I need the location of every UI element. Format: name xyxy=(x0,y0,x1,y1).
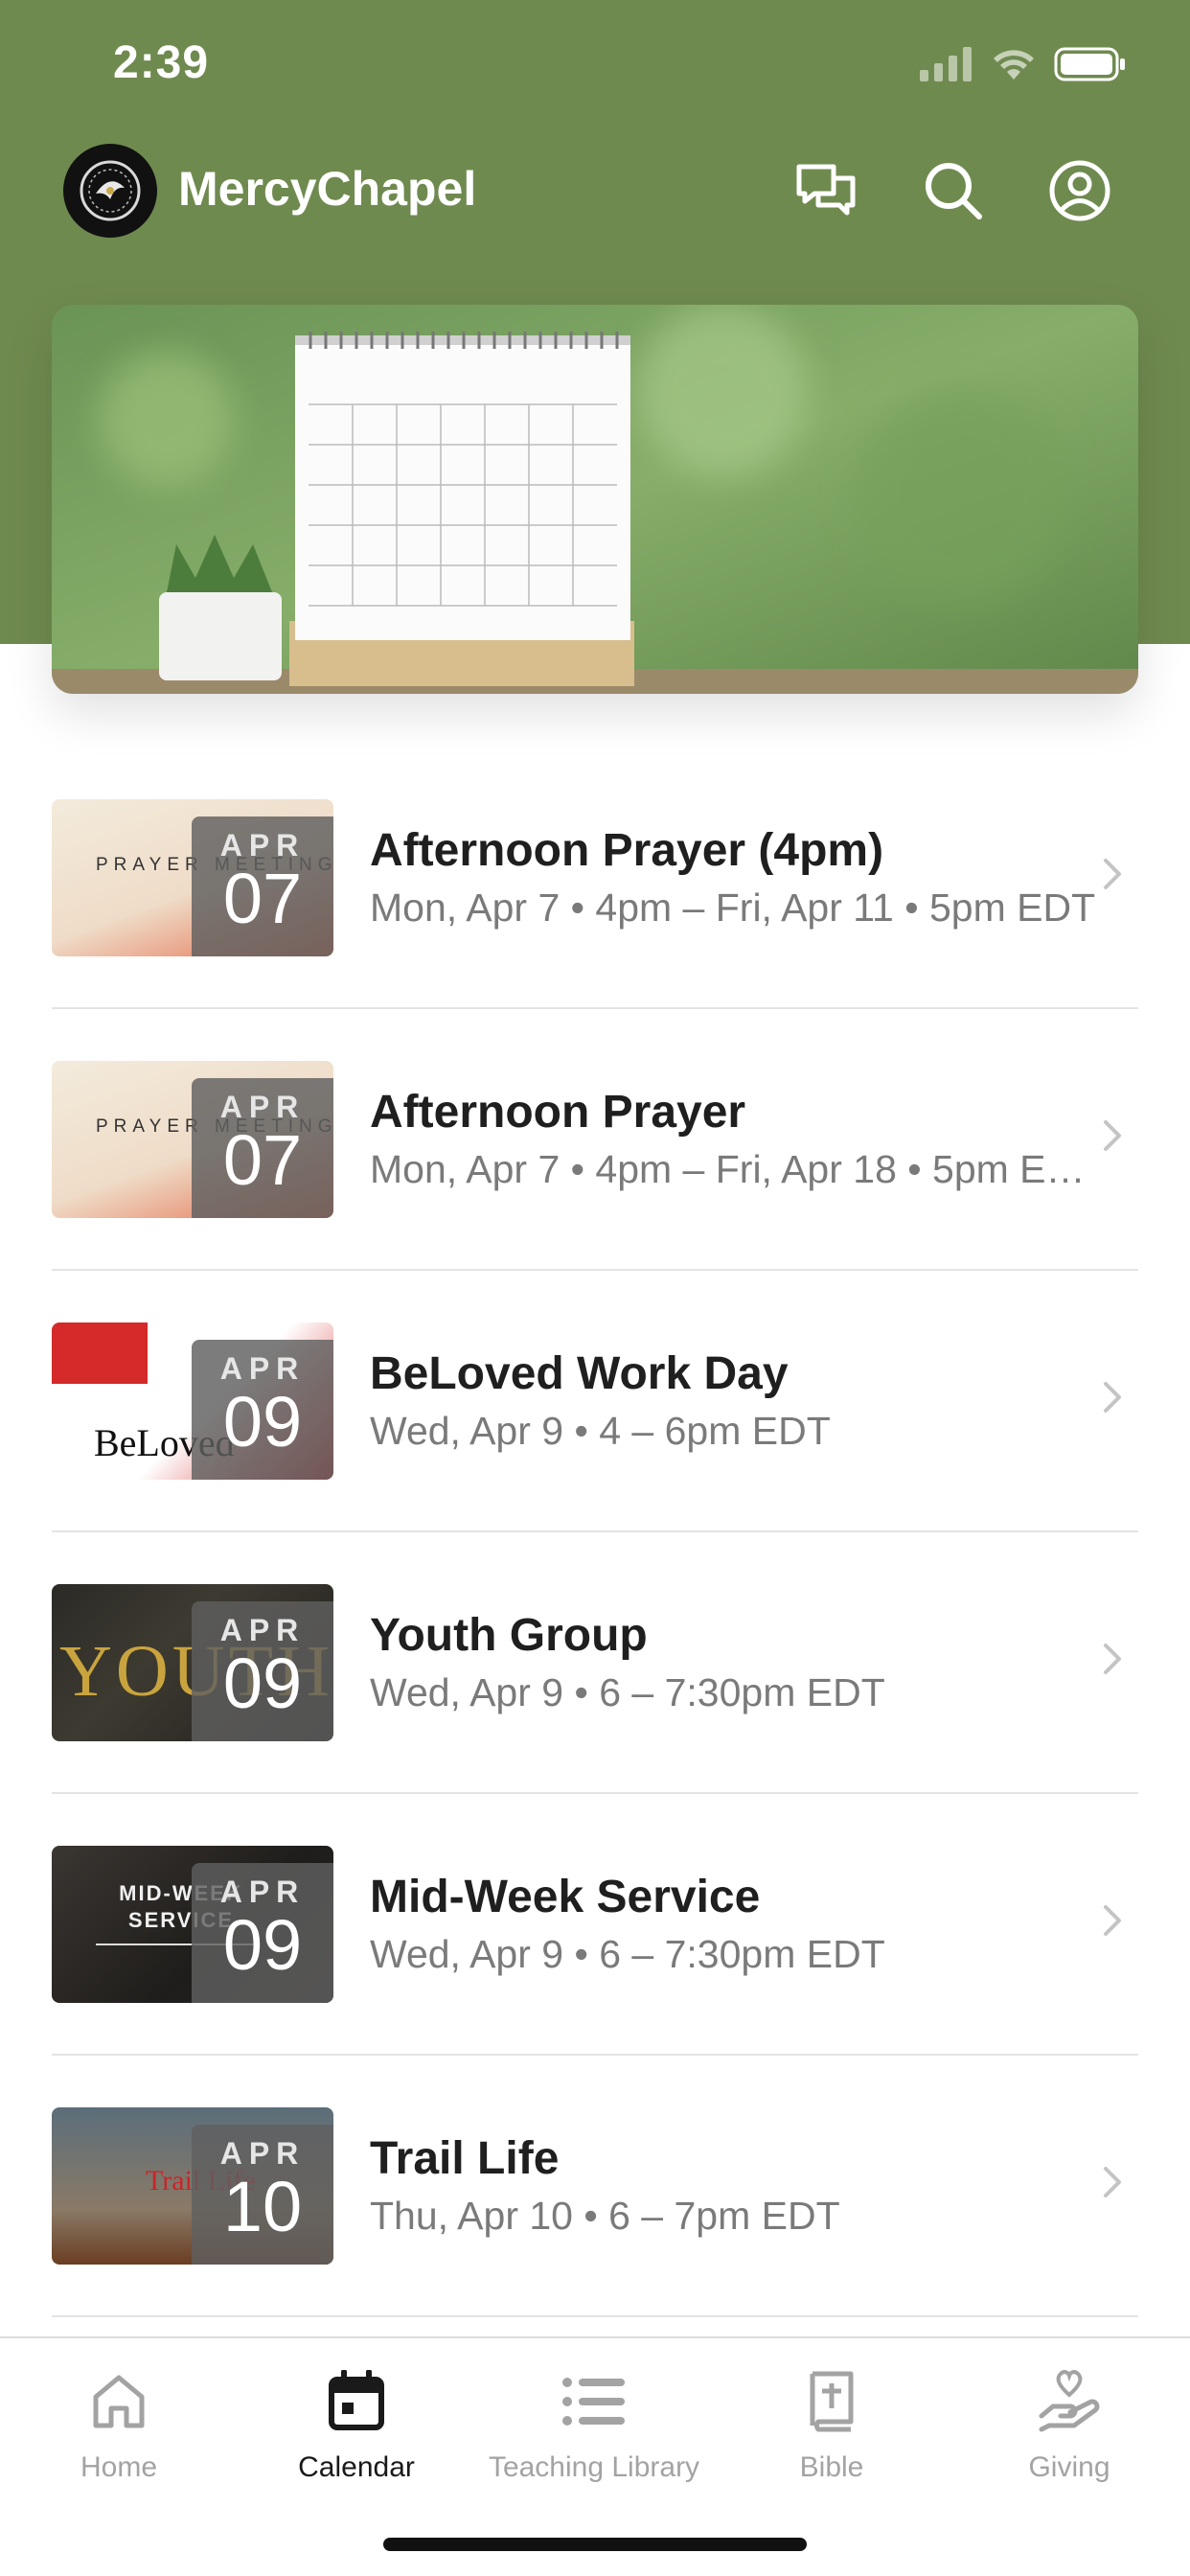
date-badge: APR 07 xyxy=(192,1078,333,1218)
tab-teaching-library[interactable]: Teaching Library xyxy=(475,2363,713,2497)
app-title: MercyChapel xyxy=(178,162,477,216)
date-day: 09 xyxy=(222,1644,303,1723)
home-indicator[interactable] xyxy=(383,2538,807,2551)
search-icon xyxy=(926,163,982,219)
date-day: 07 xyxy=(222,1120,303,1200)
date-badge: APR 10 xyxy=(192,2125,333,2265)
event-thumbnail: PRAYER MEETING APR 07 xyxy=(52,1061,333,1218)
date-badge: APR 09 xyxy=(192,1601,333,1741)
event-datetime: Wed, Apr 9 • 6 – 7:30pm EDT xyxy=(370,1670,885,1714)
event-thumbnail: Trail Life APR 10 xyxy=(52,2107,333,2265)
chevron-right-icon xyxy=(1104,859,1121,889)
date-badge: APR 07 xyxy=(192,816,333,956)
event-row[interactable]: YOUTH APR 09 Youth Group Wed, Apr 9 • 6 … xyxy=(0,1532,1190,1794)
status-icons xyxy=(920,46,1127,82)
tab-label: Giving xyxy=(1028,2451,1110,2483)
search-button[interactable] xyxy=(910,148,996,234)
event-title: Afternoon Prayer (4pm) xyxy=(370,825,884,876)
date-badge: APR 09 xyxy=(192,1863,333,2003)
date-day: 10 xyxy=(222,2167,303,2246)
event-thumbnail: MID-WEEK SERVICE APR 09 xyxy=(52,1846,333,2003)
chevron-right-icon xyxy=(1104,1120,1121,1151)
event-row[interactable]: PRAYER MEETING APR 07 Afternoon Prayer (… xyxy=(0,748,1190,1009)
status-time: 2:39 xyxy=(113,37,210,88)
profile-button[interactable] xyxy=(1037,148,1123,234)
event-datetime: Wed, Apr 9 • 4 – 6pm EDT xyxy=(370,1409,831,1453)
profile-icon xyxy=(1049,160,1110,221)
thumbnail-red-block xyxy=(52,1322,148,1384)
chevron-right-icon xyxy=(1104,1905,1121,1936)
event-title: Trail Life xyxy=(370,2133,560,2184)
date-day: 09 xyxy=(222,1905,303,1985)
church-logo[interactable] xyxy=(63,144,157,238)
date-day: 09 xyxy=(222,1382,303,1461)
chevron-right-icon xyxy=(1104,1382,1121,1413)
date-day: 07 xyxy=(222,859,303,938)
date-badge: APR 09 xyxy=(192,1340,333,1480)
tab-bible[interactable]: Bible xyxy=(713,2363,950,2497)
wifi-icon xyxy=(994,50,1034,80)
bible-icon xyxy=(810,2371,854,2432)
event-row[interactable]: BeLoved APR 09 BeLoved Work Day Wed, Apr… xyxy=(0,1271,1190,1532)
event-thumbnail: YOUTH APR 09 xyxy=(52,1584,333,1741)
tab-label: Teaching Library xyxy=(488,2451,700,2483)
tab-label: Calendar xyxy=(298,2451,415,2483)
event-thumbnail: BeLoved APR 09 xyxy=(52,1322,333,1480)
giving-icon xyxy=(1039,2370,1100,2432)
event-datetime: Mon, Apr 7 • 4pm – Fri, Apr 18 • 5pm EDT xyxy=(370,1147,1098,1191)
tab-home[interactable]: Home xyxy=(0,2363,238,2497)
event-list: PRAYER MEETING APR 07 Afternoon Prayer (… xyxy=(0,748,1190,2317)
app-bar: MercyChapel xyxy=(0,134,1190,249)
event-row[interactable]: PRAYER MEETING APR 07 Afternoon Prayer M… xyxy=(0,1009,1190,1271)
tab-calendar[interactable]: Calendar xyxy=(238,2363,475,2497)
tab-giving[interactable]: Giving xyxy=(950,2363,1188,2497)
event-title: Afternoon Prayer xyxy=(370,1087,746,1138)
messages-button[interactable] xyxy=(784,148,870,234)
chevron-right-icon xyxy=(1104,2167,1121,2197)
chevron-right-icon xyxy=(1104,1644,1121,1674)
home-icon xyxy=(93,2375,145,2428)
divider xyxy=(52,2315,1138,2317)
event-datetime: Thu, Apr 10 • 6 – 7pm EDT xyxy=(370,2194,840,2238)
event-thumbnail: PRAYER MEETING APR 07 xyxy=(52,799,333,956)
event-title: Youth Group xyxy=(370,1610,648,1661)
event-title: Mid-Week Service xyxy=(370,1872,761,1922)
event-datetime: Mon, Apr 7 • 4pm – Fri, Apr 11 • 5pm EDT xyxy=(370,886,1096,930)
battery-icon xyxy=(1054,47,1125,81)
cellular-signal-icon xyxy=(920,47,972,81)
status-bar: 2:39 xyxy=(0,0,1190,134)
tab-label: Bible xyxy=(799,2451,864,2483)
event-datetime: Wed, Apr 9 • 6 – 7:30pm EDT xyxy=(370,1932,885,1976)
calendar-hero-image xyxy=(52,305,1138,694)
calendar-icon xyxy=(329,2370,384,2430)
event-row[interactable]: Trail Life APR 10 Trail Life Thu, Apr 10… xyxy=(0,2056,1190,2317)
tab-label: Home xyxy=(80,2451,158,2483)
chat-icon xyxy=(796,164,856,216)
event-row[interactable]: MID-WEEK SERVICE APR 09 Mid-Week Service… xyxy=(0,1794,1190,2056)
event-title: BeLoved Work Day xyxy=(370,1348,789,1399)
list-icon xyxy=(562,2378,625,2426)
